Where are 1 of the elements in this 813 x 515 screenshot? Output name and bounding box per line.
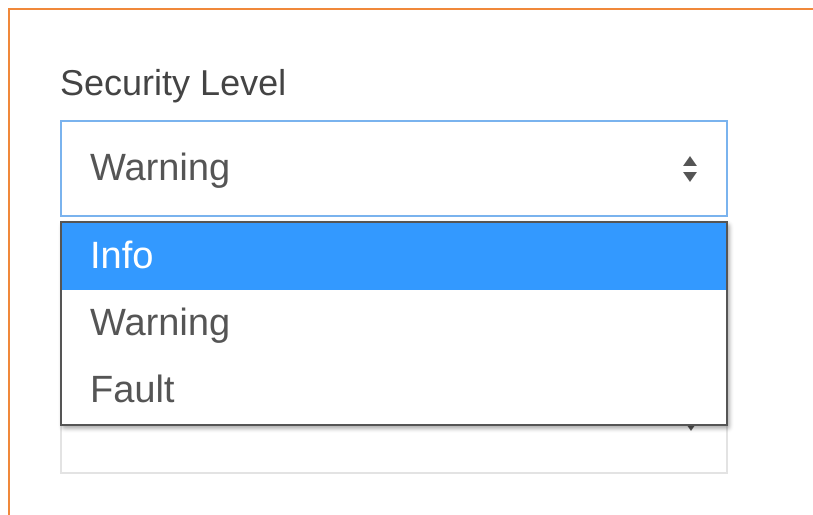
field-label: Security Level: [60, 62, 286, 104]
